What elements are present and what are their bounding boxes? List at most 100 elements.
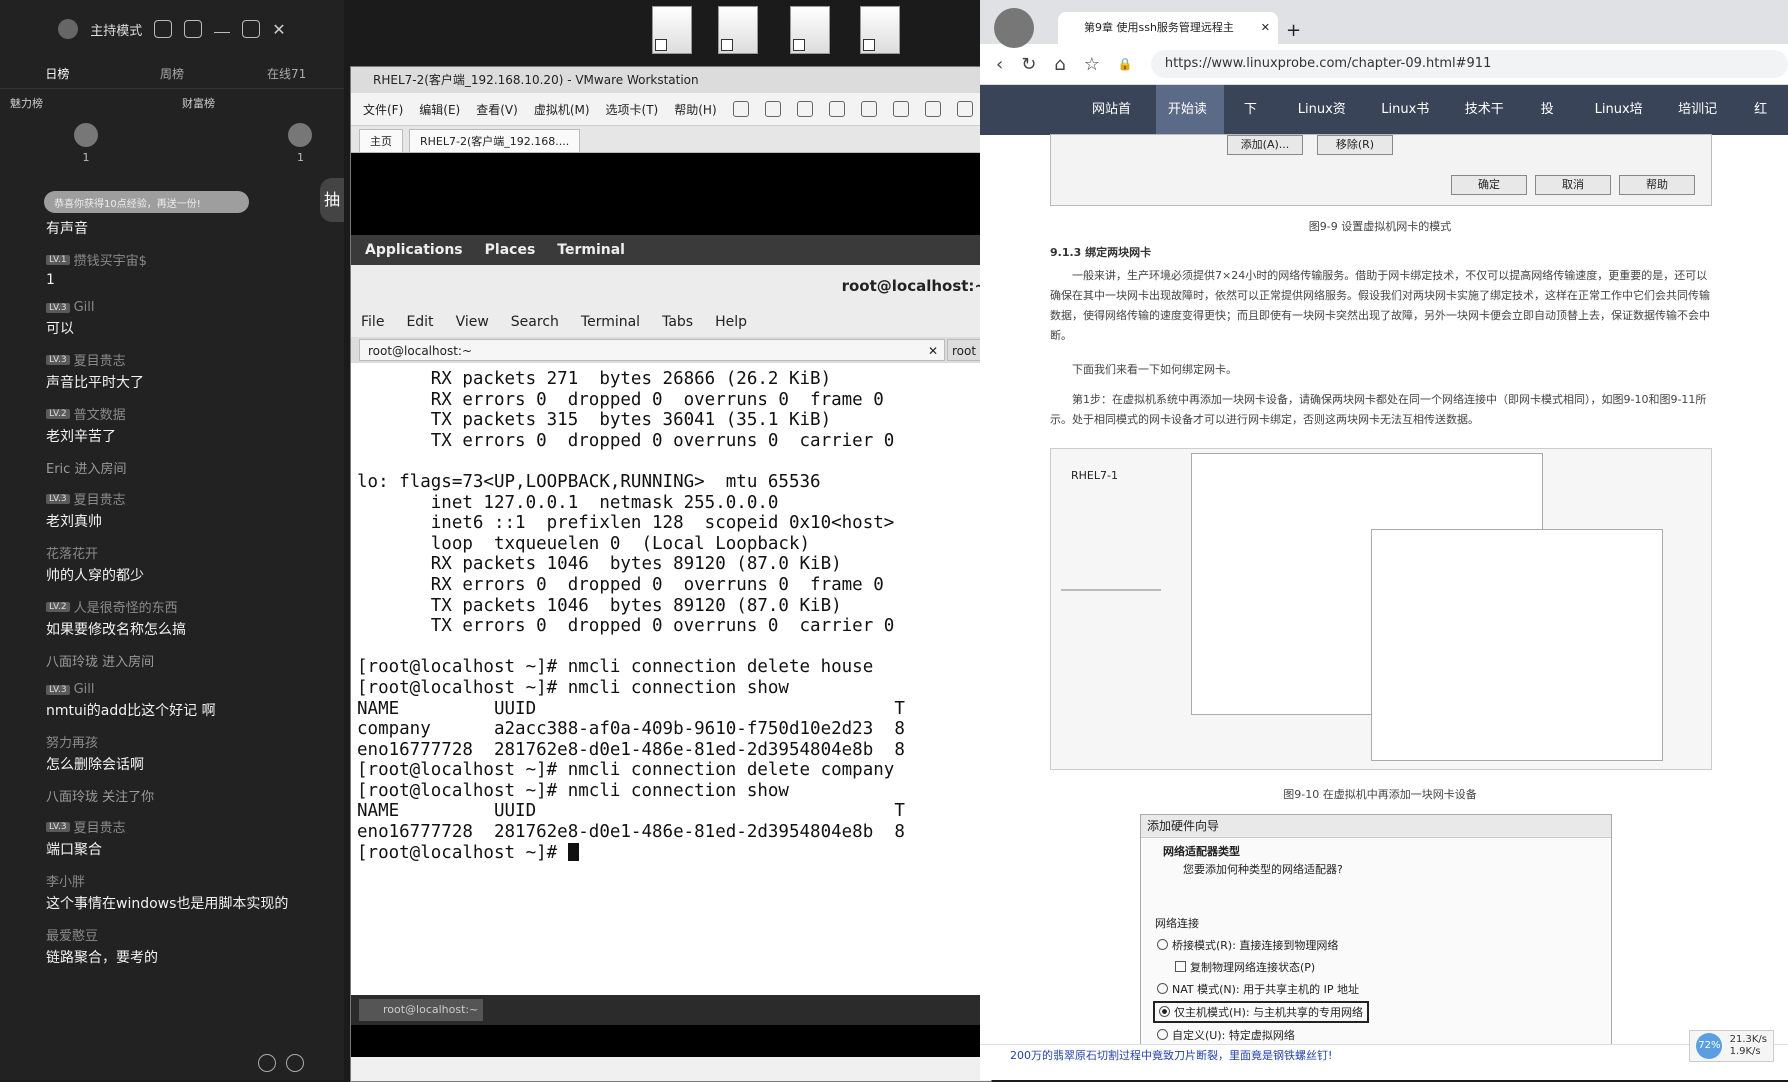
- nav-read[interactable]: 开始读书: [1155, 85, 1224, 167]
- chat-system-message: 八面玲珑 进入房间: [46, 655, 155, 670]
- close-icon[interactable]: ✕: [272, 20, 285, 39]
- rank-tabs: 日榜 周榜 在线71: [0, 58, 344, 88]
- maximize-icon[interactable]: [242, 20, 261, 38]
- desktop-file-icon[interactable]: [652, 6, 692, 54]
- chat-username[interactable]: 花落花开: [46, 543, 98, 562]
- settings-icon[interactable]: [286, 1054, 304, 1072]
- fig9-11-wizard: 添加硬件向导 网络适配器类型 您要添加何种类型的网络适配器? 网络连接 桥接模式…: [1140, 814, 1612, 1076]
- menu-file[interactable]: 文件(F): [363, 101, 403, 118]
- chat-message-meta: LV.3 夏目贵志: [46, 350, 344, 369]
- taskbar-terminal-item[interactable]: root@localhost:~: [359, 999, 483, 1021]
- console-view-icon[interactable]: [924, 101, 941, 117]
- user-level-badge: LV.3: [46, 302, 70, 313]
- tab-weekly[interactable]: 周榜: [115, 65, 230, 82]
- charm-rank[interactable]: 魅力榜 1: [0, 89, 172, 177]
- gift-notice[interactable]: 恭喜你获得10点经验，再送一份!: [44, 191, 249, 213]
- term-menu-file[interactable]: File: [361, 314, 384, 330]
- nav-training[interactable]: Linux培训: [1583, 85, 1659, 167]
- chat-username[interactable]: 努力再孩: [46, 732, 98, 751]
- chat-message-meta: 花落花开: [46, 543, 344, 562]
- menu-tabs[interactable]: 选项卡(T): [606, 101, 659, 118]
- chat-username[interactable]: 最爱憨豆: [46, 925, 98, 944]
- desktop-file-icon[interactable]: [860, 6, 900, 54]
- pause-icon[interactable]: [732, 101, 749, 117]
- home-icon[interactable]: ⌂: [1054, 54, 1065, 75]
- fig9-10-image: RHEL7-1: [1050, 448, 1712, 770]
- radio-icon: [1157, 983, 1168, 994]
- chat-message-meta: LV.2 普文数据: [46, 404, 344, 423]
- term-menu-terminal[interactable]: Terminal: [581, 314, 640, 330]
- nav-home[interactable]: 网站首页: [1080, 85, 1148, 167]
- close-icon[interactable]: ✕: [1261, 12, 1270, 44]
- send-keys-icon[interactable]: [764, 101, 781, 117]
- profile-avatar[interactable]: [994, 8, 1034, 48]
- close-icon[interactable]: ✕: [928, 340, 938, 362]
- tab-vm[interactable]: RHEL7-2(客户端_192.168....: [409, 129, 581, 152]
- chat-username[interactable]: 李小胖: [46, 871, 85, 890]
- minimize-icon[interactable]: [214, 26, 231, 33]
- nav-news[interactable]: Linux资讯: [1286, 85, 1362, 167]
- new-tab-icon[interactable]: +: [1286, 20, 1301, 41]
- term-menu-tabs[interactable]: Tabs: [662, 314, 693, 330]
- chat-message-meta: LV.3 夏目贵志: [46, 817, 344, 836]
- browser-tabstrip: 第9章 使用ssh服务管理远程主 ✕ +: [980, 0, 1788, 48]
- terminal-tab-1[interactable]: root@localhost:~ ✕: [359, 339, 945, 361]
- term-menu-help[interactable]: Help: [715, 314, 747, 330]
- tab-daily[interactable]: 日榜: [0, 65, 115, 82]
- term-menu-edit[interactable]: Edit: [406, 314, 433, 330]
- menu-vm[interactable]: 虚拟机(M): [534, 101, 590, 118]
- wizard-heading: 网络适配器类型: [1163, 845, 1240, 858]
- chat-username[interactable]: 夏目贵志: [74, 489, 126, 508]
- terminal-menu[interactable]: Terminal: [557, 242, 625, 258]
- terminal-output[interactable]: RX packets 271 bytes 26866 (26.2 KiB) RX…: [351, 363, 991, 995]
- snapshot-icon[interactable]: [796, 101, 813, 117]
- lock-icon: 🔒: [1117, 57, 1133, 71]
- nav-records[interactable]: 培训记录: [1666, 85, 1734, 167]
- tab-online[interactable]: 在线71: [229, 65, 344, 82]
- nav-download[interactable]: 下载: [1232, 85, 1278, 167]
- term-menu-search[interactable]: Search: [511, 314, 559, 330]
- chat-username[interactable]: Gill: [74, 300, 95, 315]
- chat-username[interactable]: Gill: [74, 682, 95, 697]
- menu-help[interactable]: 帮助(H): [674, 101, 716, 118]
- chat-username[interactable]: 夏目贵志: [74, 350, 126, 369]
- places-menu[interactable]: Places: [485, 242, 536, 258]
- desktop-file-icon[interactable]: [790, 6, 830, 54]
- revert-snapshot-icon[interactable]: [828, 101, 845, 117]
- nav-books[interactable]: Linux书籍: [1369, 85, 1445, 167]
- wealth-rank[interactable]: 财富榜 1: [172, 89, 344, 177]
- chat-username[interactable]: 普文数据: [74, 404, 126, 423]
- chat-message-meta: LV.1 攒钱买宇宙$: [46, 250, 344, 269]
- library-icon[interactable]: [892, 101, 909, 117]
- menu-edit[interactable]: 编辑(E): [419, 101, 460, 118]
- url-field[interactable]: https://www.linuxprobe.com/chapter-09.ht…: [1150, 50, 1788, 78]
- tab-home[interactable]: 主页: [359, 129, 403, 152]
- fullscreen-icon[interactable]: [956, 101, 973, 117]
- chat-text: 帅的人穿的都少: [46, 568, 144, 584]
- reload-icon[interactable]: ↻: [1021, 54, 1036, 75]
- add-button: 添加(A)...: [1227, 135, 1303, 155]
- menu-view[interactable]: 查看(V): [476, 101, 518, 118]
- nav-redhat[interactable]: 红帽: [1742, 85, 1788, 167]
- snapshot-manager-icon[interactable]: [860, 101, 877, 117]
- applications-menu[interactable]: Applications: [365, 242, 463, 258]
- nav-submit[interactable]: 投稿: [1529, 85, 1575, 167]
- settings-icon[interactable]: [154, 20, 173, 38]
- chat-username[interactable]: 夏目贵志: [74, 817, 126, 836]
- desktop-file-icon[interactable]: [718, 6, 758, 54]
- wizard-opt-replicate-label: 复制物理网络连接状态(P): [1190, 961, 1316, 974]
- news-ticker-link[interactable]: 200万的翡翠原石切割过程中竟致刀片断裂，里面竟是钢铁螺丝钉!: [1010, 1049, 1332, 1062]
- checkbox-icon: [1175, 961, 1186, 972]
- nav-tech[interactable]: 技术干货: [1453, 85, 1521, 167]
- emoji-icon[interactable]: [258, 1054, 276, 1072]
- popout-icon[interactable]: [184, 20, 203, 38]
- bookmark-star-icon[interactable]: ☆: [1084, 54, 1100, 75]
- chat-username[interactable]: 攒钱买宇宙$: [74, 250, 147, 269]
- lottery-badge[interactable]: 抽: [320, 178, 344, 222]
- term-menu-view[interactable]: View: [456, 314, 489, 330]
- chat-username[interactable]: 人是很奇怪的东西: [74, 597, 178, 616]
- vm-screen[interactable]: Applications Places Terminal root@localh…: [351, 153, 1005, 1057]
- browser-tab[interactable]: 第9章 使用ssh服务管理远程主 ✕: [1058, 12, 1278, 44]
- back-icon[interactable]: ‹: [996, 54, 1003, 75]
- chat-text: 1: [46, 272, 55, 288]
